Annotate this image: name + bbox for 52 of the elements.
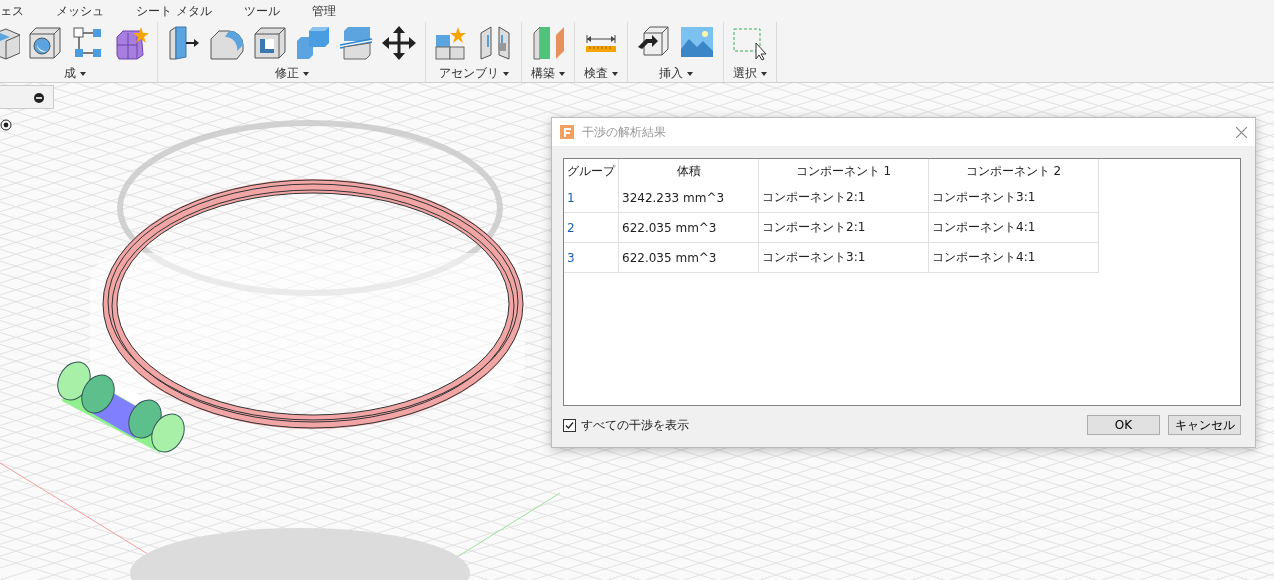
group-menu[interactable]: 成 <box>63 65 86 82</box>
split-body-icon[interactable] <box>338 24 374 61</box>
checkbox[interactable] <box>563 418 576 432</box>
group-menu[interactable]: アセンブリ <box>438 65 509 82</box>
app-logo-icon <box>560 125 574 139</box>
ribbon-tab[interactable]: シート メタル <box>136 2 212 20</box>
ribbon-tab[interactable]: 管理 <box>311 2 336 20</box>
group-menu[interactable]: 修正 <box>274 65 309 82</box>
table-cell: コンポーネント3:1 <box>758 242 929 273</box>
combine-icon[interactable] <box>295 24 331 61</box>
caret-icon <box>612 71 618 76</box>
ribbon-tab[interactable]: ェス <box>0 2 24 20</box>
joint-icon[interactable] <box>477 24 513 61</box>
column-header[interactable]: 体積 <box>618 159 759 183</box>
move-icon[interactable] <box>381 24 417 61</box>
table-cell: 3 <box>564 242 619 273</box>
group-menu[interactable]: 選択 <box>733 65 767 82</box>
caret-icon <box>559 71 565 76</box>
dialog-title: 干渉の解析結果 <box>582 123 667 141</box>
planes-icon[interactable] <box>530 24 566 61</box>
caret-icon <box>686 71 693 76</box>
table-cell: 2 <box>564 212 619 243</box>
group-menu[interactable]: 検査 <box>584 65 618 82</box>
check-icon <box>565 420 574 430</box>
column-header[interactable]: コンポーネント 2 <box>928 159 1099 183</box>
table-cell: 3242.233 mm^3 <box>618 183 759 213</box>
cancel-button[interactable]: キャンセル <box>1168 415 1241 435</box>
shell-icon[interactable] <box>252 24 288 61</box>
table-cell: 622.035 mm^3 <box>618 242 759 273</box>
box-hole-icon[interactable] <box>27 24 63 61</box>
column-header[interactable]: コンポーネント 1 <box>758 159 929 183</box>
table-cell: コンポーネント4:1 <box>928 212 1099 243</box>
table-cell: コンポーネント2:1 <box>758 183 929 213</box>
close-icon[interactable] <box>1236 126 1247 138</box>
ok-button[interactable]: OK <box>1087 415 1160 435</box>
column-header[interactable]: グループ <box>564 159 619 183</box>
ribbon-tab[interactable]: メッシュ <box>56 2 104 20</box>
caret-icon <box>502 71 509 76</box>
group-menu[interactable]: 挿入 <box>658 65 693 82</box>
target-icon[interactable] <box>0 119 12 131</box>
caret-icon <box>302 71 309 76</box>
caret-icon <box>79 71 86 76</box>
collapse-icon[interactable] <box>34 93 44 103</box>
table-cell: コンポーネント4:1 <box>928 242 1099 273</box>
caret-icon <box>761 71 767 76</box>
ribbon-tab[interactable]: ツール <box>243 2 280 20</box>
table-cell: コンポーネント2:1 <box>758 212 929 243</box>
table-cell: 1 <box>564 183 619 213</box>
group-menu[interactable]: 構築 <box>531 65 565 82</box>
table-cell: 622.035 mm^3 <box>618 212 759 243</box>
table-cell: コンポーネント3:1 <box>928 183 1099 213</box>
checkbox-label[interactable]: すべての干渉を表示 <box>581 416 689 434</box>
